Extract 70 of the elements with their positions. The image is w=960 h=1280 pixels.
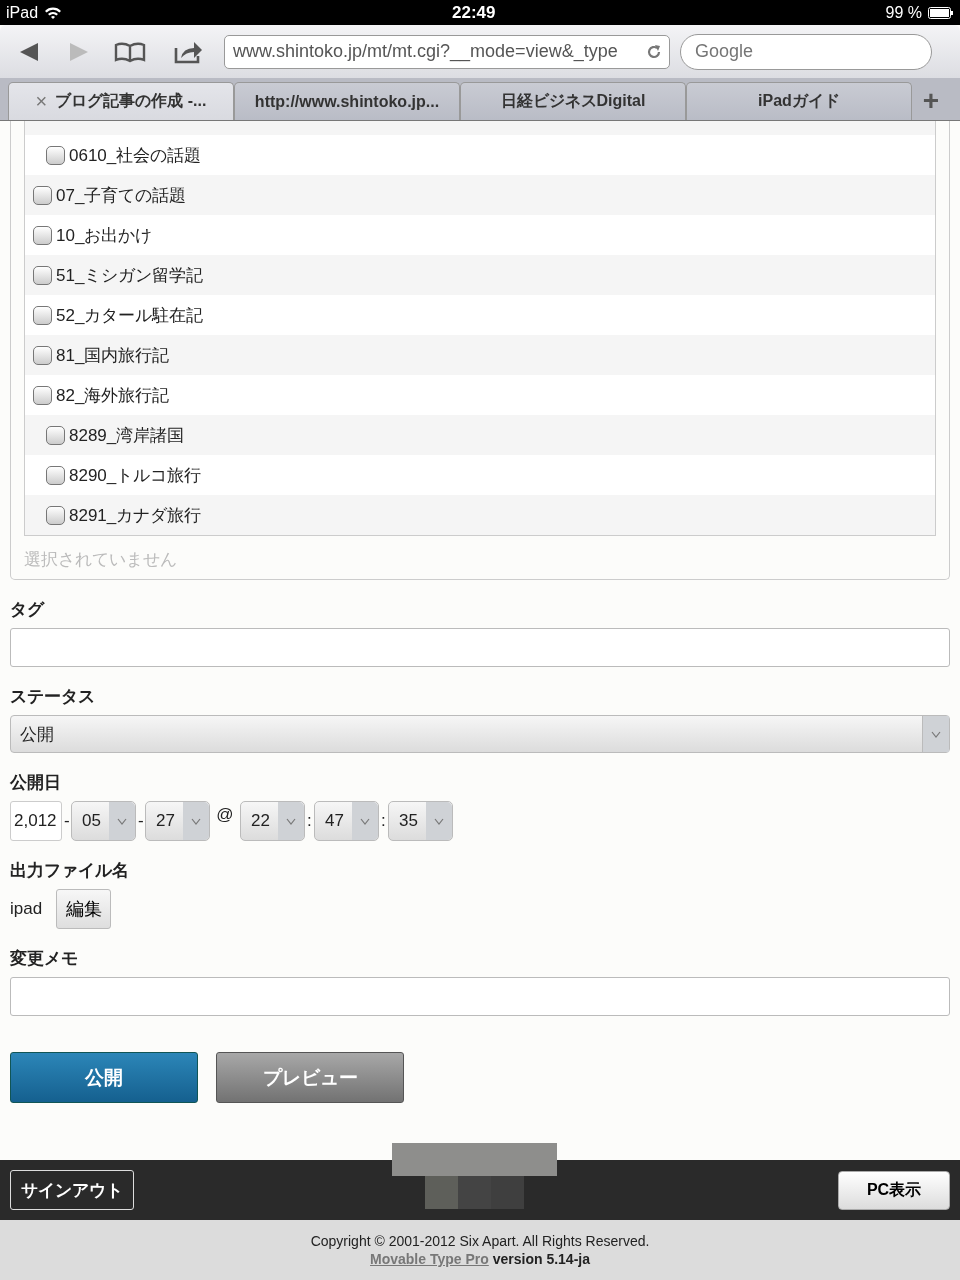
caret-icon (360, 817, 370, 825)
field-label: 変更メモ (10, 948, 79, 970)
bookmarks-icon[interactable] (114, 40, 146, 63)
version-text: version 5.14-ja (492, 1251, 590, 1267)
pc-view-button[interactable]: PC表示 (838, 1170, 950, 1210)
checkbox[interactable] (33, 225, 52, 245)
category-label: 82_海外旅行記 (56, 384, 170, 407)
file-name: ipad (10, 899, 43, 919)
field-label: ステータス (10, 686, 96, 708)
category-label: 8290_トルコ旅行 (69, 464, 202, 487)
clock-time: 22:49 (452, 2, 496, 23)
battery-percent: 99 % (885, 3, 922, 22)
category-label: 8289_湾岸諸国 (69, 424, 185, 447)
caret-icon (191, 817, 201, 825)
status-select[interactable]: 公開 (10, 715, 950, 753)
publish-button[interactable]: 公開 (10, 1052, 198, 1103)
tag-field[interactable] (10, 628, 950, 667)
empty-note: 選択されていません (24, 549, 178, 571)
browser-tab[interactable]: × ブログ記事の作成 -... (8, 82, 234, 120)
address-field[interactable]: www.shintoko.jp/mt/mt.cgi?__mode=view&_type (224, 34, 670, 69)
separator: : (381, 810, 386, 832)
new-tab-button[interactable]: + (912, 82, 950, 120)
edit-button[interactable]: 編集 (56, 889, 112, 929)
time-select[interactable]: 47 (314, 801, 379, 841)
battery-icon (928, 6, 954, 19)
checkbox[interactable] (33, 345, 52, 365)
field-label: 公開日 (10, 772, 62, 794)
copyright-text: Copyright © 2001-2012 Six Apart. All Rights Reserved. (310, 1233, 650, 1249)
at-sign: @ (215, 804, 235, 826)
checkbox[interactable] (46, 505, 65, 525)
field-label: タグ (10, 599, 46, 621)
reload-icon[interactable] (645, 42, 663, 61)
caret-icon (117, 817, 127, 825)
checkbox[interactable] (46, 425, 65, 445)
category-label: 51_ミシガン留学記 (56, 264, 204, 287)
device-name: iPad (6, 3, 39, 22)
separator: - (138, 810, 143, 832)
field-label: 出力ファイル名 (10, 860, 130, 882)
caret-icon (931, 730, 941, 738)
year-field[interactable]: 2,012 (10, 801, 62, 841)
category-label: 07_子育ての話題 (56, 184, 187, 207)
checkbox[interactable] (33, 185, 52, 205)
caret-icon (434, 817, 444, 825)
browser-tab[interactable]: iPadガイド (686, 82, 912, 120)
checkbox[interactable] (46, 145, 65, 165)
checkbox[interactable] (33, 265, 52, 285)
time-select[interactable]: 05 (71, 801, 136, 841)
browser-tab[interactable]: 日経ビジネスDigital (460, 82, 686, 120)
search-field[interactable]: Google (680, 33, 932, 70)
time-select[interactable]: 22 (240, 801, 305, 841)
memo-field[interactable] (10, 977, 950, 1016)
checkbox[interactable] (33, 305, 52, 325)
separator: : (307, 810, 312, 832)
category-label: 10_お出かけ (56, 224, 153, 247)
category-label: 8291_カナダ旅行 (69, 504, 202, 527)
time-select[interactable]: 35 (388, 801, 453, 841)
separator: - (64, 810, 69, 832)
browser-tab[interactable]: http://www.shintoko.jp... (234, 82, 460, 120)
back-icon[interactable] (18, 40, 40, 63)
category-label: 52_カタール駐在記 (56, 304, 204, 327)
category-label: 0610_社会の話題 (69, 144, 202, 167)
time-select[interactable]: 27 (145, 801, 210, 841)
wifi-icon (44, 5, 63, 20)
close-icon[interactable]: × (35, 90, 48, 113)
caret-icon (286, 817, 296, 825)
sign-out-button[interactable]: サインアウト (10, 1170, 134, 1210)
share-icon[interactable] (174, 39, 204, 64)
category-label: 81_国内旅行記 (56, 344, 170, 367)
checkbox[interactable] (33, 385, 52, 405)
checkbox[interactable] (46, 465, 65, 485)
